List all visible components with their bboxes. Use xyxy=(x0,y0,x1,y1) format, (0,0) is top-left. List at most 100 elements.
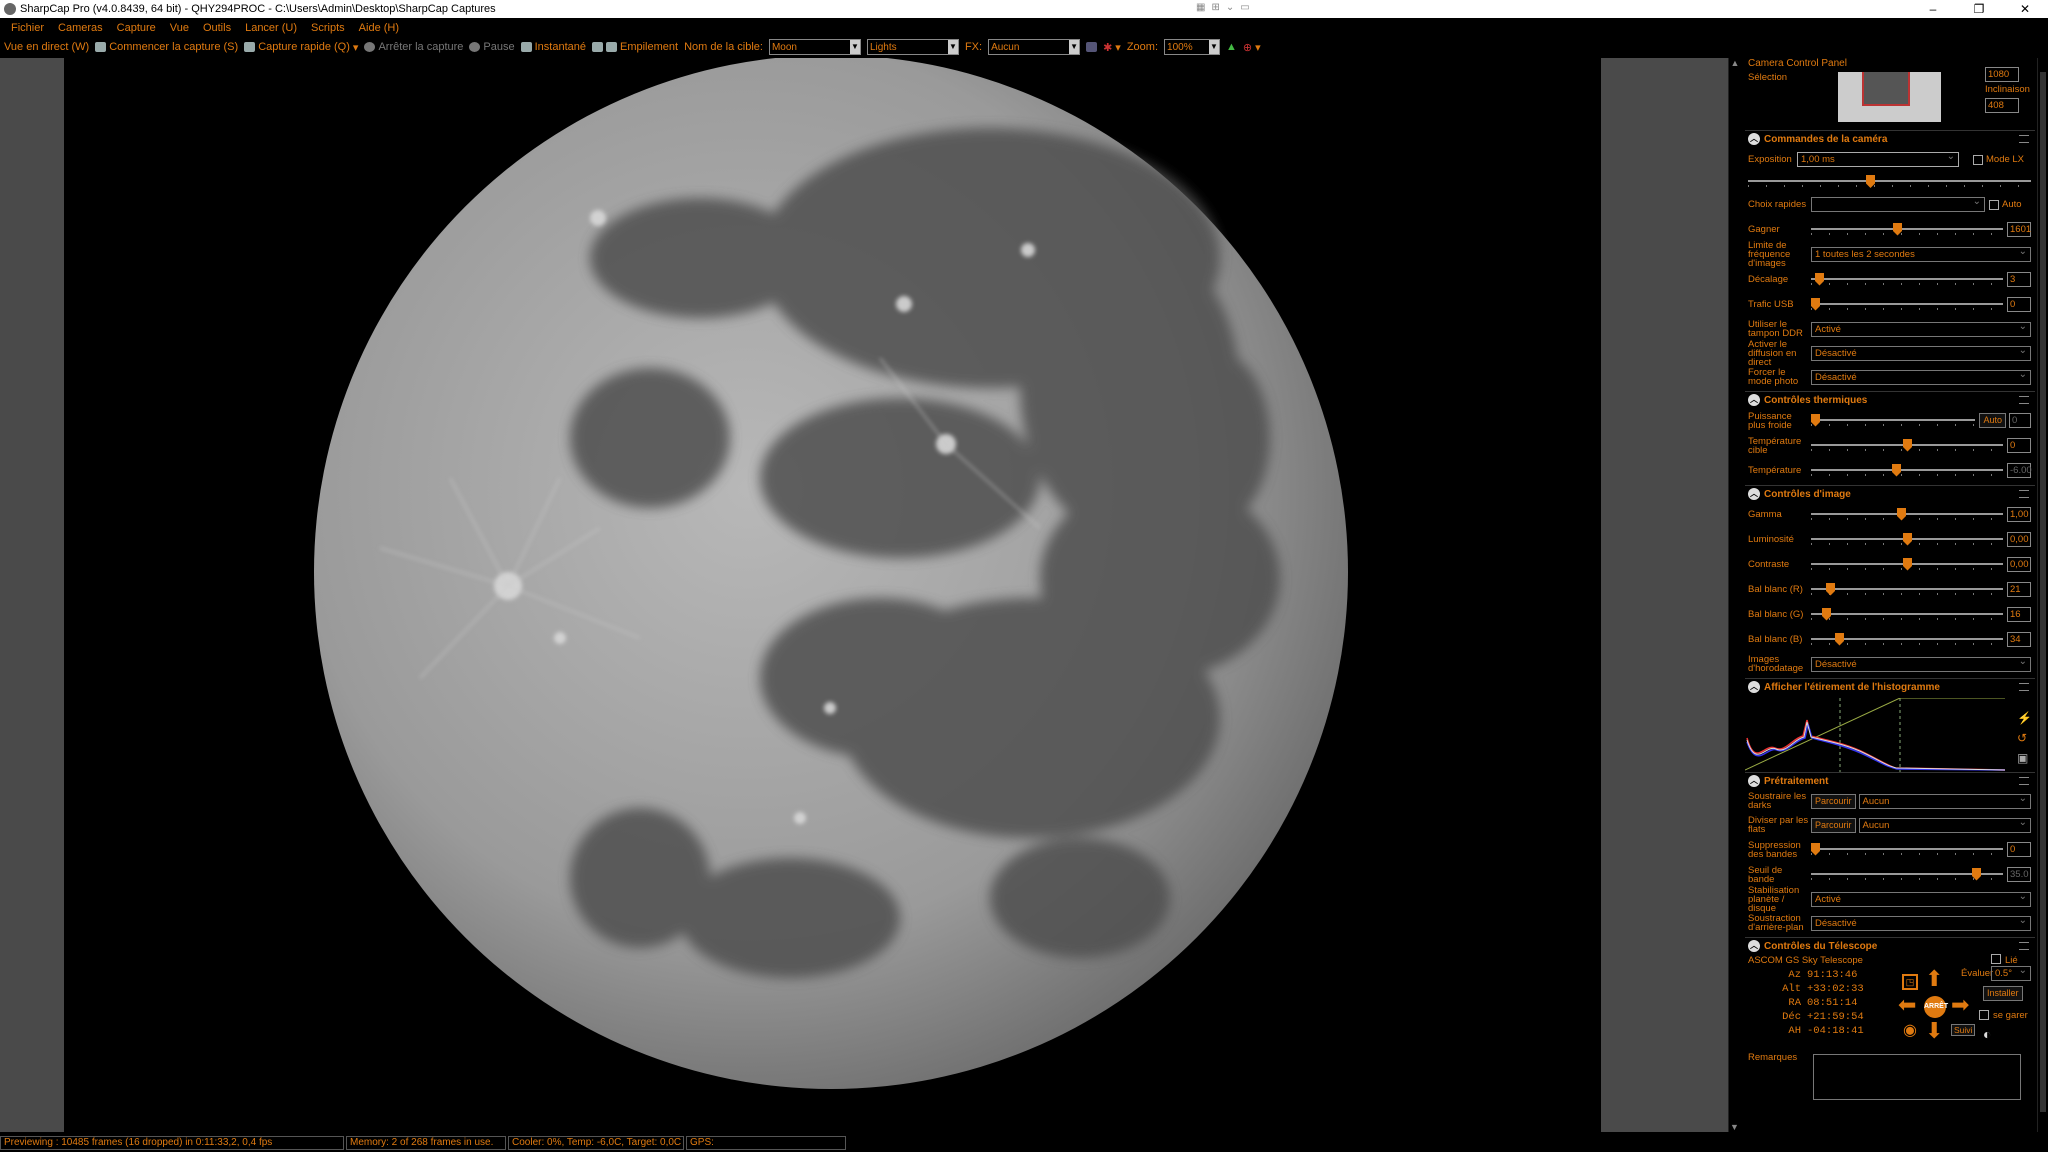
chevron-up-icon[interactable]: ︿ xyxy=(1748,488,1760,500)
north-arrow-icon[interactable]: ⬆ xyxy=(1925,968,1943,990)
chevron-down-icon[interactable]: ▾ xyxy=(1255,41,1261,54)
selection-value-2[interactable]: 408 xyxy=(1985,98,2019,113)
stop-button[interactable]: ARRÊT xyxy=(1924,996,1948,1018)
cooler-auto-button[interactable]: Auto xyxy=(1979,413,2006,428)
scroll-up-icon[interactable]: ▲ xyxy=(1729,58,1741,68)
lightning-icon[interactable]: ⚡ xyxy=(2017,708,2032,728)
menu-icon[interactable] xyxy=(2019,135,2029,143)
chevron-up-icon[interactable]: ︿ xyxy=(1748,681,1760,693)
target-temp-slider[interactable] xyxy=(1811,438,2003,453)
east-arrow-icon[interactable]: ➡ xyxy=(1951,994,1969,1016)
wb-red-value[interactable]: 21 xyxy=(2007,582,2031,597)
layout-icon[interactable]: ⊞ xyxy=(1211,2,1219,13)
stack-button[interactable]: Empilement xyxy=(592,41,678,53)
live-stream-dropdown[interactable]: Désactivé xyxy=(1811,344,2031,361)
chevron-down-icon[interactable]: ▾ xyxy=(353,41,359,54)
target-name-combo[interactable]: Moon ▼ xyxy=(768,39,861,55)
quick-capture-button[interactable]: Capture rapide (Q) ▾ xyxy=(244,41,358,54)
moon-phase-icon[interactable]: ◐ xyxy=(1983,1026,1991,1042)
selection-rectangle[interactable] xyxy=(1862,72,1910,106)
telescope-connected-checkbox[interactable] xyxy=(1991,954,2001,964)
target-icon[interactable]: ◉ xyxy=(1903,1022,1917,1040)
offset-slider[interactable] xyxy=(1811,272,2003,287)
stop-capture-button[interactable]: Arrêter la capture xyxy=(364,41,463,53)
section-telescope[interactable]: ︿ Contrôles du Télescope xyxy=(1745,937,2035,954)
chevron-down-icon[interactable]: ▼ xyxy=(947,40,958,54)
monitor-icon[interactable]: ▭ xyxy=(1240,2,1249,13)
background-dropdown[interactable]: Désactivé xyxy=(1811,914,2031,931)
band-threshold-slider[interactable] xyxy=(1811,867,2003,882)
darks-dropdown[interactable]: Aucun xyxy=(1858,792,2031,809)
menu-icon[interactable] xyxy=(2019,942,2029,950)
rate-dropdown[interactable]: 0.5° xyxy=(1991,964,2031,981)
flats-browse-button[interactable]: Parcourir xyxy=(1811,817,1856,833)
goto-icon[interactable]: ◳ xyxy=(1902,974,1918,990)
section-preprocessing[interactable]: ︿ Prétraitement xyxy=(1745,772,2035,789)
chevron-down-icon[interactable]: ▼ xyxy=(849,40,860,54)
live-view-button[interactable]: Vue en direct (W) xyxy=(4,41,89,53)
banding-slider[interactable] xyxy=(1811,842,2003,857)
snapshot-button[interactable]: Instantané xyxy=(520,41,586,53)
contrast-slider[interactable] xyxy=(1811,557,2003,572)
quick-choices-dropdown[interactable] xyxy=(1811,195,1985,212)
viewport-scrollbar[interactable]: ▲ ▼ xyxy=(1728,58,1741,1132)
reset-icon[interactable]: ↺ xyxy=(2017,728,2032,748)
fps-limit-dropdown[interactable]: 1 toutes les 2 secondes xyxy=(1811,245,2031,262)
section-histogram[interactable]: ︿ Afficher l'étirement de l'histogramme xyxy=(1745,678,2035,695)
tracking-button[interactable]: Suivi xyxy=(1951,1024,1976,1036)
usb-slider[interactable] xyxy=(1811,297,2003,312)
start-capture-button[interactable]: Commencer la capture (S) xyxy=(95,41,238,53)
menu-cameras[interactable]: Cameras xyxy=(51,22,110,34)
reticle-toggle[interactable]: ✱ ▾ xyxy=(1103,41,1121,54)
histogram-toggle[interactable]: ▲ xyxy=(1226,41,1237,53)
menu-capture[interactable]: Capture xyxy=(110,22,163,34)
brightness-slider[interactable] xyxy=(1811,532,2003,547)
menu-view[interactable]: Vue xyxy=(163,22,196,34)
panel-scrollbar-thumb[interactable] xyxy=(2040,72,2046,1112)
histogram-graph[interactable]: ⚡ ↺ ▣ xyxy=(1745,697,2035,772)
section-image-controls[interactable]: ︿ Contrôles d'image xyxy=(1745,485,2035,502)
histogram-plot[interactable] xyxy=(1745,697,2035,772)
wb-red-slider[interactable] xyxy=(1811,582,2003,597)
menu-icon[interactable] xyxy=(2019,490,2029,498)
darks-browse-button[interactable]: Parcourir xyxy=(1811,793,1856,809)
chevron-down-icon[interactable]: ▼ xyxy=(1069,40,1080,54)
exposure-slider[interactable] xyxy=(1748,175,2031,189)
section-camera-controls[interactable]: ︿ Commandes de la caméra xyxy=(1745,130,2035,147)
wb-blue-slider[interactable] xyxy=(1811,632,2003,647)
banding-value[interactable]: 0 xyxy=(2007,842,2031,857)
timestamp-dropdown[interactable]: Désactivé xyxy=(1811,655,2031,672)
grid-icon[interactable]: ▦ xyxy=(1196,2,1205,13)
menu-launch[interactable]: Lancer (U) xyxy=(238,22,304,34)
chevron-up-icon[interactable]: ︿ xyxy=(1748,394,1760,406)
auto-checkbox[interactable] xyxy=(1989,199,1999,210)
fx-combo[interactable]: Aucun ▼ xyxy=(988,39,1081,55)
close-button[interactable]: ✕ xyxy=(2002,0,2048,18)
usb-value[interactable]: 0 xyxy=(2007,297,2031,312)
chevron-up-icon[interactable]: ︿ xyxy=(1748,133,1760,145)
menu-scripts[interactable]: Scripts xyxy=(304,22,352,34)
menu-tools[interactable]: Outils xyxy=(196,22,238,34)
minimize-button[interactable]: – xyxy=(1910,0,1956,18)
chevron-down-icon[interactable]: ▼ xyxy=(1209,40,1220,54)
west-arrow-icon[interactable]: ⬅ xyxy=(1898,994,1916,1016)
wb-green-slider[interactable] xyxy=(1811,607,2003,622)
cooler-value[interactable]: 0 xyxy=(2009,413,2031,428)
install-button[interactable]: Installer xyxy=(1983,986,2023,1001)
image-viewport[interactable] xyxy=(0,58,1728,1132)
wb-green-value[interactable]: 16 xyxy=(2007,607,2031,622)
panel-scrollbar[interactable] xyxy=(2037,58,2048,1132)
grid-toggle[interactable] xyxy=(1086,42,1098,52)
zoom-combo[interactable]: 100% ▼ xyxy=(1164,39,1221,55)
section-thermal-controls[interactable]: ︿ Contrôles thermiques xyxy=(1745,391,2035,408)
notes-textarea[interactable] xyxy=(1813,1054,2021,1100)
exposure-input[interactable]: 1,00 ms xyxy=(1797,150,1959,167)
wb-blue-value[interactable]: 34 xyxy=(2007,632,2031,647)
band-threshold-value[interactable]: 35.0 xyxy=(2007,867,2031,882)
menu-icon[interactable] xyxy=(2019,683,2029,691)
gain-value[interactable]: 1601 xyxy=(2007,222,2031,237)
cooler-slider[interactable] xyxy=(1811,413,1976,428)
zoom-tool[interactable]: ⊕ ▾ xyxy=(1243,41,1261,54)
lx-mode-checkbox[interactable] xyxy=(1973,154,1983,165)
offset-value[interactable]: 3 xyxy=(2007,272,2031,287)
